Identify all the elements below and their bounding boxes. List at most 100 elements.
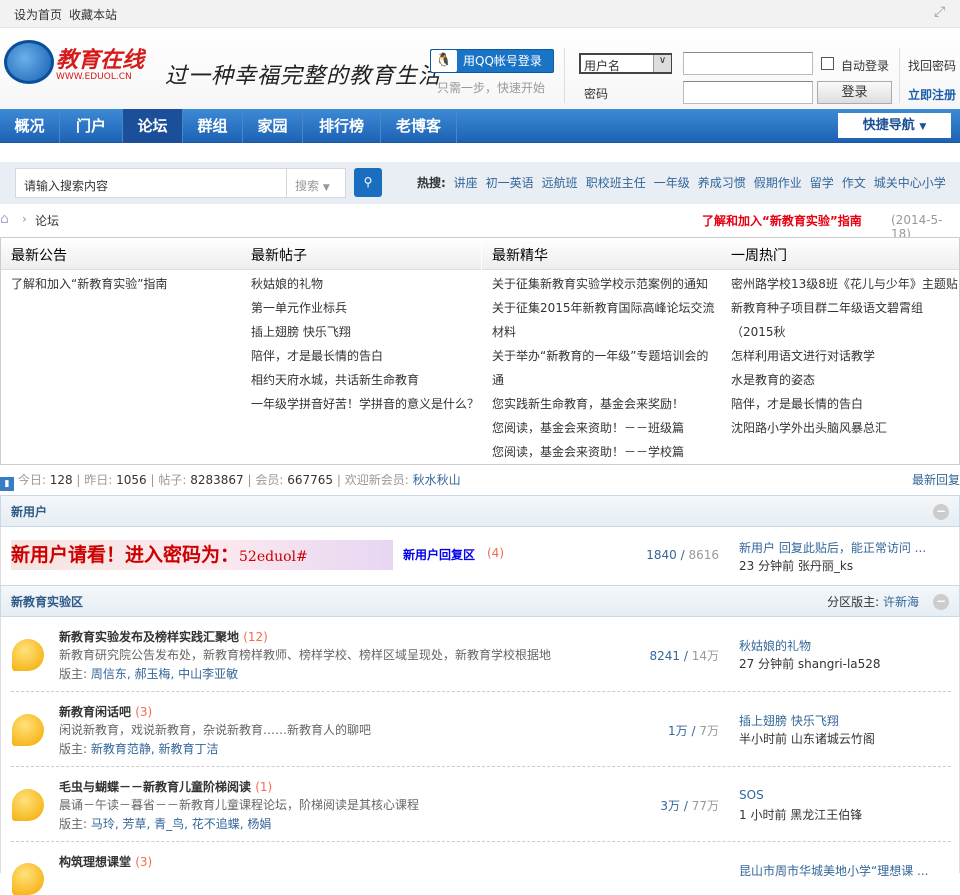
hot-link[interactable]: 初一英语 xyxy=(486,176,534,190)
category-header-experiment[interactable]: 新教育实验区 分区版主: 许新海 − xyxy=(0,585,960,617)
logo-url: WWW.EDUOL.CN xyxy=(56,72,132,82)
logo-text[interactable]: 教育在线 xyxy=(56,42,144,74)
list-item[interactable]: 陪伴，才是最长情的告白 xyxy=(731,397,863,411)
login-button[interactable]: 登录 xyxy=(817,81,892,104)
notice-link[interactable]: 了解和加入“新教育实验”指南 xyxy=(702,212,862,229)
stats-chart-icon: ▮ xyxy=(0,477,14,491)
list-item[interactable]: 秋姑娘的礼物 xyxy=(251,277,323,291)
thread-post-counts: 3万 / 77万 xyxy=(660,799,719,813)
list-item[interactable]: 相约天府水城，共话新生命教育 xyxy=(251,373,419,387)
list-item[interactable]: （2015秋 xyxy=(731,325,786,339)
announcements-column: 最新公告 了解和加入“新教育实验”指南 xyxy=(1,238,241,464)
qq-login-button[interactable]: 🐧 用QQ帐号登录 xyxy=(430,49,554,73)
hot-link[interactable]: 城关中心小学 xyxy=(874,176,946,190)
list-item[interactable]: 第一单元作业标兵 xyxy=(251,301,347,315)
hot-search: 热搜: 讲座 初一英语 远航班 职校班主任 一年级 养成习惯 假期作业 留学 作文 城关中心小学 xyxy=(417,176,946,190)
list-item[interactable]: 一年级学拼音好苦！学拼音的意义是什么？ xyxy=(251,397,479,411)
forum-link[interactable]: 新用户回复区 xyxy=(403,546,475,563)
new-post-count: (4) xyxy=(487,546,504,560)
last-post-link[interactable]: 秋姑娘的礼物 xyxy=(739,637,811,654)
set-home-link[interactable]: 设为首页 xyxy=(14,6,62,23)
list-item[interactable]: 沈阳路小学外出头脑风暴总汇 xyxy=(731,421,887,435)
new-member-link[interactable]: 秋水秋山 xyxy=(413,473,461,487)
qq-penguin-icon: 🐧 xyxy=(431,50,457,72)
last-post-link[interactable]: SOS xyxy=(739,788,764,802)
username-input[interactable] xyxy=(683,52,813,75)
last-post-link[interactable]: 新用户 回复此贴后，能正常访问 ... xyxy=(739,539,926,556)
latest-reply-link[interactable]: 最新回复 xyxy=(912,470,960,490)
password-input[interactable] xyxy=(683,81,813,104)
list-item[interactable]: 关于征集新教育实验学校示范案例的通知 xyxy=(492,277,708,291)
list-item[interactable]: 密州路学校13级8班《花儿与少年》主题贴 xyxy=(731,277,958,291)
forum-row: 新用户请看！进入密码为：52eduol# 新用户回复区 (4) 1840 / 8… xyxy=(0,527,960,585)
username-select[interactable]: 用户名 ∨ xyxy=(579,53,672,74)
column-title: 最新帖子 xyxy=(241,238,481,270)
last-post-meta: 1 小时前 黑龙江王伯锋 xyxy=(739,808,863,822)
chevron-down-icon: ∨ xyxy=(653,55,671,72)
home-icon[interactable]: ⌂ xyxy=(0,211,9,227)
list-item[interactable]: 您阅读，基金会来资助！－－学校篇 xyxy=(492,445,684,459)
hot-link[interactable]: 讲座 xyxy=(454,176,478,190)
list-item[interactable]: 了解和加入“新教育实验”指南 xyxy=(11,277,167,291)
top-bar: 设为首页 收藏本站 ⤢ xyxy=(0,0,960,28)
forum-name[interactable]: 新教育实验发布及榜样实践汇聚地 (12) xyxy=(59,628,268,645)
find-password-link[interactable]: 找回密码 xyxy=(908,57,956,74)
list-item[interactable]: 新教育种子项目群二年级语文碧霄组 xyxy=(731,301,923,315)
quick-nav-button[interactable]: 快捷导航 ▼ xyxy=(838,113,951,138)
collapse-icon[interactable]: − xyxy=(933,594,949,610)
last-post-link[interactable]: 插上翅膀 快乐飞翔 xyxy=(739,712,839,729)
list-item[interactable]: 您阅读，基金会来资助！－－班级篇 xyxy=(492,421,684,435)
hot-link[interactable]: 职校班主任 xyxy=(586,176,646,190)
hot-link[interactable]: 一年级 xyxy=(654,176,690,190)
nav-ranking[interactable]: 排行榜 xyxy=(303,109,381,143)
hot-link[interactable]: 假期作业 xyxy=(754,176,802,190)
logo-icon[interactable] xyxy=(4,40,54,84)
nav-overview[interactable]: 概况 xyxy=(0,109,60,143)
nav-forum[interactable]: 论坛 xyxy=(123,109,183,143)
search-type-select[interactable]: 搜索 ▼ xyxy=(286,168,346,198)
hot-link[interactable]: 作文 xyxy=(842,176,866,190)
nav-old-blog[interactable]: 老博客 xyxy=(381,109,457,143)
forum-name[interactable]: 构筑理想课堂 (3) xyxy=(59,853,152,870)
list-item[interactable]: 您实践新生命教育，基金会来奖励！ xyxy=(492,397,684,411)
column-title: 最新公告 xyxy=(1,238,241,270)
forum-desc: 闲说新教育，戏说新教育，杂说新教育……新教育人的聊吧 xyxy=(59,723,372,737)
list-item[interactable]: 怎样利用语文进行对话教学 xyxy=(731,349,875,363)
forum-list: 新教育实验发布及榜样实践汇聚地 (12) 新教育研究院公告发布处，新教育榜样教师… xyxy=(0,617,960,895)
category-header-new-user[interactable]: 新用户 − xyxy=(0,495,960,527)
forum-name[interactable]: 新教育闲话吧 (3) xyxy=(59,703,152,720)
register-link[interactable]: 立即注册 xyxy=(908,86,956,103)
thread-post-counts: 1840 / 8616 xyxy=(646,548,719,562)
list-item[interactable]: 水是教育的姿态 xyxy=(731,373,815,387)
breadcrumb-current: 论坛 xyxy=(35,214,60,228)
hot-link[interactable]: 远航班 xyxy=(542,176,578,190)
caret-down-icon: ▼ xyxy=(919,122,927,132)
new-user-banner[interactable]: 新用户请看！进入密码为：52eduol# xyxy=(11,540,393,570)
list-item[interactable]: 材料 xyxy=(492,325,516,339)
auto-login-checkbox[interactable] xyxy=(821,57,834,70)
thread-post-counts: 8241 / 14万 xyxy=(649,649,720,663)
hot-link[interactable]: 养成习惯 xyxy=(698,176,746,190)
hot-link[interactable]: 留学 xyxy=(810,176,834,190)
column-title: 一周热门 xyxy=(721,238,959,270)
nav-home[interactable]: 家园 xyxy=(243,109,303,143)
forum-name[interactable]: 毛虫与蝴蝶－－新教育儿童阶梯阅读 (1) xyxy=(59,778,272,795)
fullscreen-icon[interactable]: ⤢ xyxy=(934,4,945,20)
collapse-icon[interactable]: − xyxy=(933,504,949,520)
list-item[interactable]: 陪伴，才是最长情的告白 xyxy=(251,349,383,363)
last-post-meta: 27 分钟前 shangri-la528 xyxy=(739,657,881,671)
list-item[interactable]: 插上翅膀 快乐飞翔 xyxy=(251,325,351,339)
list-item[interactable]: 关于征集2015年新教育国际高峰论坛交流 xyxy=(492,301,715,315)
forum-stats: ▮ 今日: 128 | 昨日: 1056 | 帖子: 8283867 | 会员:… xyxy=(0,470,960,491)
nav-groups[interactable]: 群组 xyxy=(183,109,243,143)
search-input[interactable]: 请输入搜索内容 xyxy=(15,168,287,198)
nav-portal[interactable]: 门户 xyxy=(60,109,123,143)
forum-mods: 版主: 马玲, 芳草, 青_鸟, 花不追蝶, 杨娟 xyxy=(59,817,272,831)
last-post-link[interactable]: 昆山市周市华城美地小学“理想课 ... xyxy=(739,862,928,879)
bookmark-link[interactable]: 收藏本站 xyxy=(69,6,117,23)
list-item[interactable]: 通 xyxy=(492,373,504,387)
caret-down-icon: ▼ xyxy=(322,183,330,193)
moderator-link[interactable]: 许新海 xyxy=(883,595,919,609)
search-button[interactable]: ⚲ xyxy=(354,168,382,197)
list-item[interactable]: 关于举办“新教育的一年级”专题培训会的 xyxy=(492,349,708,363)
